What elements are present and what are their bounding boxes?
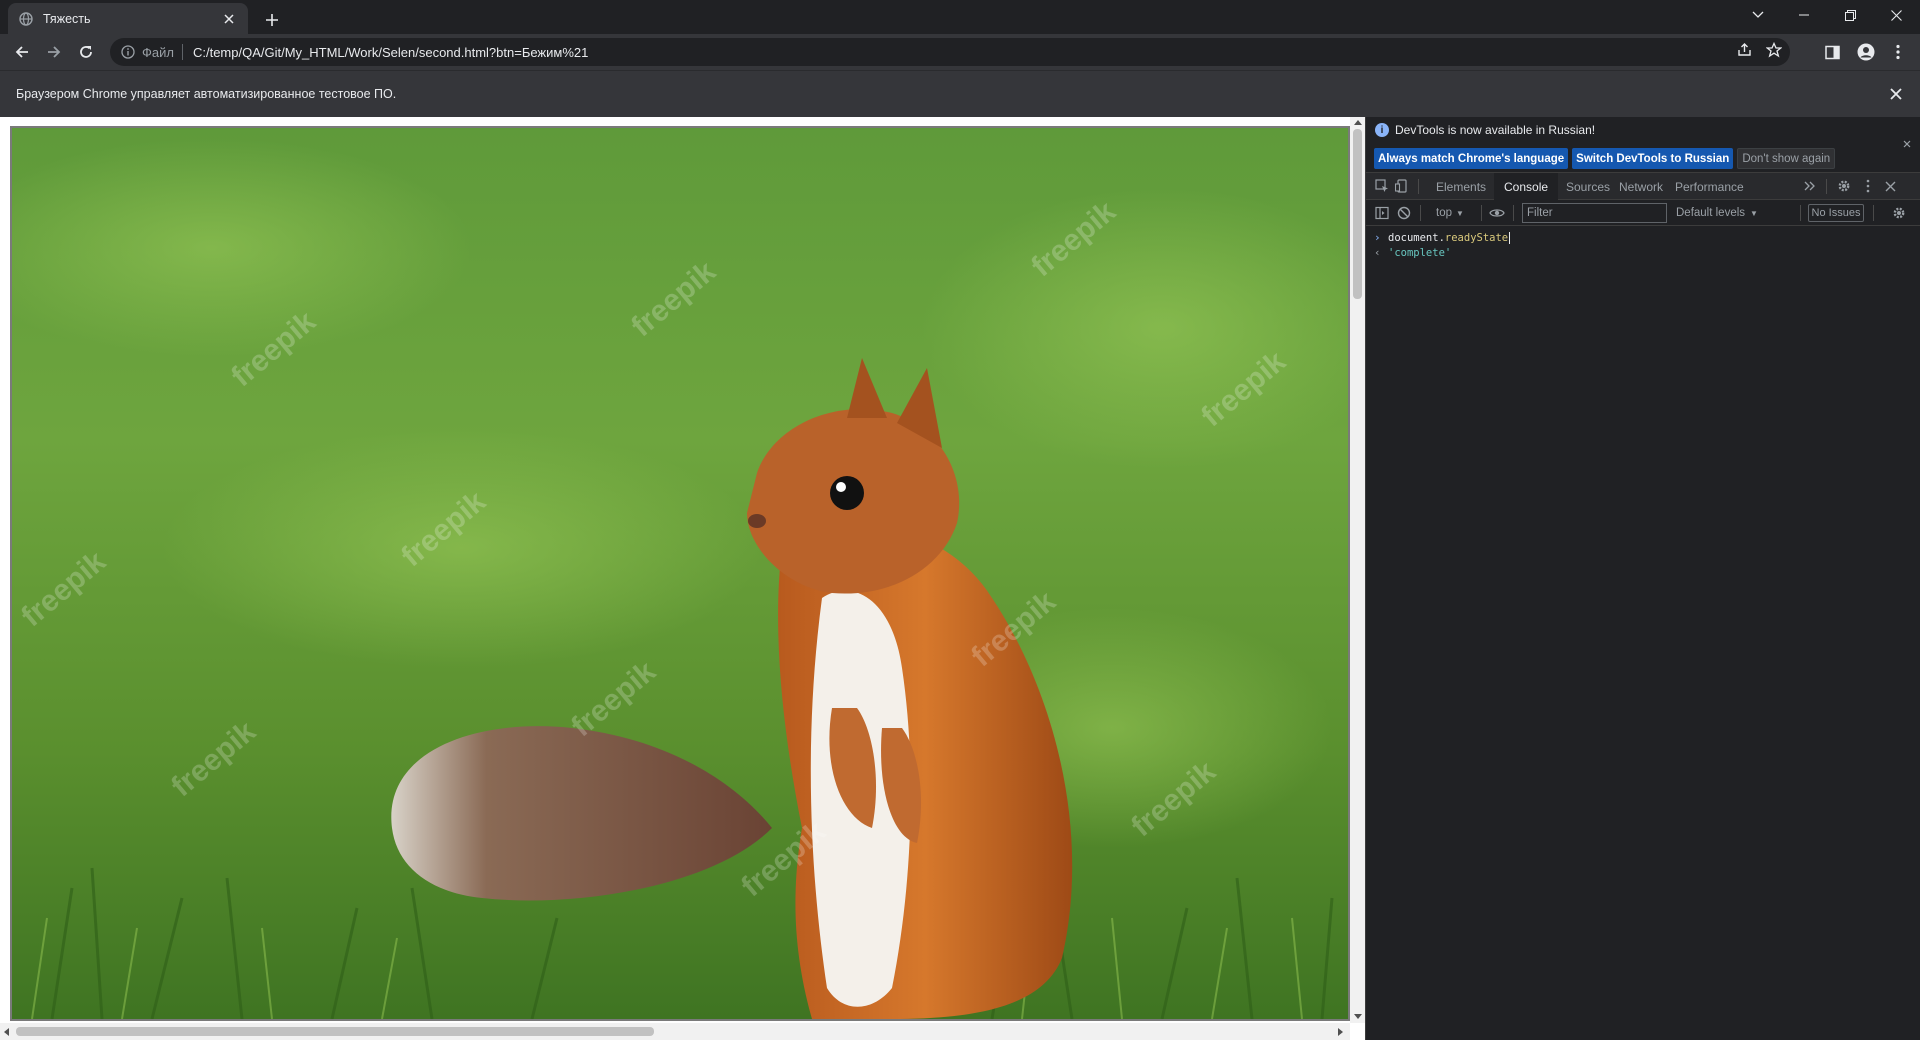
reload-icon[interactable] [72, 38, 100, 66]
infobar-message: Браузером Chrome управляет автоматизиров… [16, 87, 397, 101]
menu-icon[interactable] [1884, 38, 1912, 66]
divider [181, 44, 183, 60]
arrow-left-icon[interactable] [8, 38, 36, 66]
automation-infobar: Браузером Chrome управляет автоматизиров… [0, 70, 1920, 117]
devtools-panel: i DevTools is now available in Russian! … [1365, 117, 1920, 1040]
squirrel-photo: freepik freepik freepik freepik freepik … [10, 126, 1350, 1021]
console-output[interactable]: › document. readyState ‹ 'complete' [1366, 226, 1920, 1040]
sidebar-toggle-icon[interactable] [1374, 205, 1390, 221]
more-options-icon[interactable] [1860, 178, 1876, 194]
divider [1481, 205, 1482, 221]
infobar-close-icon[interactable] [1886, 84, 1906, 104]
vertical-scrollbar[interactable] [1350, 117, 1365, 1023]
scroll-thumb[interactable] [16, 1027, 654, 1036]
restore-icon[interactable] [1827, 0, 1873, 30]
clear-console-icon[interactable] [1396, 205, 1412, 221]
eye-icon[interactable] [1489, 205, 1505, 221]
text-cursor [1509, 231, 1511, 244]
new-tab-icon[interactable] [258, 6, 286, 34]
divider [1873, 205, 1874, 221]
scroll-right-arrow-icon[interactable] [1338, 1028, 1343, 1036]
banner-close-icon[interactable] [1901, 138, 1913, 150]
chevron-left-icon: ‹ [1374, 246, 1381, 259]
tab-search-icon[interactable] [1735, 0, 1781, 30]
divider [1418, 179, 1419, 194]
tab-strip: Тяжесть [0, 0, 1920, 34]
issues-button[interactable]: No Issues [1808, 204, 1864, 222]
context-label: top [1436, 207, 1452, 219]
tab-performance[interactable]: Performance [1665, 173, 1754, 200]
divider [1826, 179, 1827, 194]
browser-tab[interactable]: Тяжесть [8, 3, 248, 34]
more-tabs-icon[interactable] [1802, 178, 1818, 194]
browser-toolbar: Файл C:/temp/QA/Git/My_HTML/Work/Selen/s… [0, 34, 1920, 70]
console-result-value: 'complete' [1388, 246, 1452, 259]
close-devtools-icon[interactable] [1882, 178, 1898, 194]
tab-title: Тяжесть [43, 11, 91, 26]
share-icon[interactable] [1737, 42, 1752, 62]
console-input-line[interactable]: › document. readyState [1374, 230, 1511, 245]
scroll-thumb[interactable] [1353, 129, 1362, 299]
chevron-right-icon: › [1374, 231, 1381, 244]
tab-elements[interactable]: Elements [1426, 173, 1496, 200]
devtools-tabbar: Elements Console Sources Network Perform… [1366, 173, 1920, 200]
info-icon: i [1375, 123, 1389, 137]
console-settings-gear-icon[interactable] [1891, 205, 1907, 221]
profile-icon[interactable] [1852, 38, 1880, 66]
console-toolbar: top ▼ Filter Default levels ▼ No Issues [1366, 200, 1920, 226]
levels-label: Default levels [1676, 207, 1746, 219]
context-select[interactable]: top ▼ [1436, 204, 1464, 222]
gear-icon[interactable] [1836, 178, 1852, 194]
page-viewport: freepik freepik freepik freepik freepik … [0, 117, 1365, 1040]
star-icon[interactable] [1765, 41, 1783, 63]
log-levels-select[interactable]: Default levels ▼ [1676, 204, 1758, 222]
scroll-left-arrow-icon[interactable] [4, 1028, 9, 1036]
dont-show-again-button[interactable]: Don't show again [1737, 148, 1836, 169]
always-match-language-button[interactable]: Always match Chrome's language [1374, 148, 1569, 169]
switch-to-russian-button[interactable]: Switch DevTools to Russian [1572, 148, 1734, 169]
scroll-up-arrow-icon[interactable] [1354, 120, 1362, 125]
scheme-label: Файл [142, 44, 174, 60]
address-bar[interactable]: Файл C:/temp/QA/Git/My_HTML/Work/Selen/s… [110, 38, 1790, 66]
filter-input[interactable]: Filter [1522, 203, 1667, 223]
tab-console[interactable]: Console [1494, 173, 1559, 200]
tab-network[interactable]: Network [1609, 173, 1673, 200]
caret-down-icon: ▼ [1750, 208, 1758, 218]
globe-icon [18, 11, 34, 27]
device-toolbar-icon[interactable] [1394, 178, 1410, 194]
inspect-element-icon[interactable] [1374, 178, 1390, 194]
language-banner: i DevTools is now available in Russian! … [1366, 117, 1920, 173]
minimize-icon[interactable] [1781, 0, 1827, 30]
console-input-object: document. [1388, 231, 1445, 244]
arrow-right-icon[interactable] [40, 38, 68, 66]
horizontal-scrollbar[interactable] [0, 1023, 1350, 1040]
close-icon[interactable] [1873, 0, 1919, 30]
filter-placeholder: Filter [1527, 207, 1553, 219]
divider [1800, 205, 1801, 221]
url-text[interactable]: C:/temp/QA/Git/My_HTML/Work/Selen/second… [193, 45, 588, 60]
side-panel-icon[interactable] [1818, 38, 1846, 66]
info-icon[interactable] [120, 44, 136, 60]
banner-message: DevTools is now available in Russian! [1395, 123, 1596, 137]
divider [1513, 205, 1514, 221]
tab-close-icon[interactable] [220, 10, 238, 28]
caret-down-icon: ▼ [1456, 208, 1464, 218]
console-input-property: readyState [1444, 231, 1509, 244]
divider [1420, 205, 1421, 221]
scroll-down-arrow-icon[interactable] [1354, 1014, 1362, 1019]
console-result-line: ‹ 'complete' [1374, 245, 1451, 260]
